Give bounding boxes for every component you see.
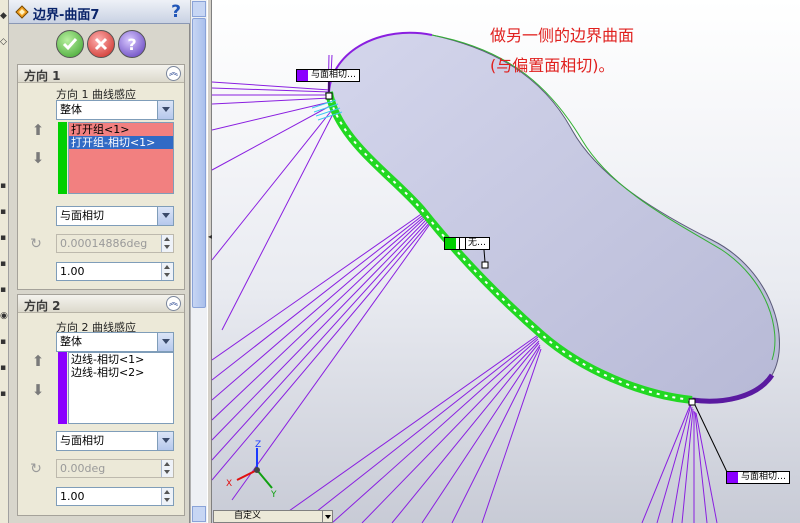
direction2-tangent-influence[interactable]: 1.00 <box>56 487 174 506</box>
property-manager-titlebar: 边界-曲面7 ? <box>9 0 190 24</box>
collapse-icon[interactable]: ︽ <box>166 296 181 311</box>
spinner-icon[interactable] <box>161 488 173 505</box>
connector-tag-bottom[interactable]: 与面相切… <box>726 471 791 484</box>
annotation-line1: 做另一侧的边界曲面 <box>490 26 635 45</box>
direction2-influence-value: 整体 <box>60 335 82 348</box>
direction2-title: 方向 2 <box>24 299 61 313</box>
list-item[interactable]: 打开组-相切<1> <box>69 136 173 149</box>
toolbar-icon[interactable]: ▪ <box>0 362 9 374</box>
triad-y-label: Y <box>270 490 277 500</box>
direction1-influence-value: 整体 <box>60 103 82 116</box>
connector-tag-middle-label: 无… <box>468 238 487 248</box>
chevron-down-icon[interactable] <box>157 432 173 450</box>
direction1-influence-select[interactable]: 整体 <box>56 100 174 120</box>
collapse-icon[interactable]: ︽ <box>166 66 181 81</box>
left-toolbar: ◆ ◇ ▪ ▪ ▪ ▪ ▪ ◉ ▪ ▪ ▪ <box>0 0 9 523</box>
tag-color-swatch <box>727 472 738 483</box>
toolbar-icon[interactable]: ▪ <box>0 336 9 348</box>
cancel-button[interactable] <box>87 30 115 58</box>
toolbar-icon[interactable]: ▪ <box>0 206 9 218</box>
list-item[interactable]: 打开组<1> <box>69 123 173 136</box>
scroll-down-icon[interactable] <box>192 506 206 522</box>
direction1-header[interactable]: 方向 1 ︽ <box>18 65 184 83</box>
direction2-tangency-select[interactable]: 与面相切 <box>56 431 174 451</box>
direction2-influence-select[interactable]: 整体 <box>56 332 174 352</box>
toolbar-icon[interactable]: ▪ <box>0 180 9 192</box>
triad-x-label: X <box>226 479 232 489</box>
connector-tag-bottom-label: 与面相切… <box>741 472 787 482</box>
tag-color-swatch <box>297 70 308 81</box>
chevron-down-icon[interactable] <box>157 101 173 119</box>
spinner-icon[interactable] <box>161 263 173 280</box>
direction1-color-swatch <box>58 122 67 194</box>
move-down-icon[interactable]: ⬇ <box>30 381 46 399</box>
list-item[interactable]: 边线-相切<2> <box>69 366 173 379</box>
direction1-tangent-influence[interactable]: 1.00 <box>56 262 174 281</box>
annotation-line2: (与偏置面相切)。 <box>490 56 615 75</box>
ok-button[interactable] <box>56 30 84 58</box>
reverse-direction-icon: ↻ <box>30 461 42 477</box>
move-down-icon[interactable]: ⬇ <box>30 149 46 167</box>
help-button[interactable]: ? <box>118 30 146 58</box>
connector-tag-top[interactable]: 与面相切… <box>296 69 361 82</box>
tag-leader <box>694 404 728 473</box>
direction1-tangency-select[interactable]: 与面相切 <box>56 206 174 226</box>
toolbar-icon[interactable]: ◉ <box>0 310 9 322</box>
view-orientation-select[interactable]: 自定义 <box>213 510 333 523</box>
direction2-tangent-influence-value: 1.00 <box>60 490 85 503</box>
scroll-up-icon[interactable] <box>192 1 206 17</box>
property-manager: 边界-曲面7 ? ? 方向 1 ︽ 方向 1 曲线感应 整体 ⬆ ⬇ 打开组<1… <box>9 0 190 523</box>
direction2-draft-angle[interactable]: 0.00deg <box>56 459 174 478</box>
direction2-group: 方向 2 ︽ 方向 2 曲线感应 整体 ⬆ ⬇ 边线-相切<1> 边线-相切<2… <box>17 294 185 516</box>
chevron-down-icon[interactable] <box>322 511 332 522</box>
question-icon: ? <box>127 34 137 54</box>
help-icon[interactable]: ? <box>166 2 186 22</box>
direction1-curve-list[interactable]: 打开组<1> 打开组-相切<1> <box>68 122 174 194</box>
control-point[interactable] <box>325 92 333 100</box>
direction2-tangency-value: 与面相切 <box>60 434 104 447</box>
connector-tag-middle[interactable]: 无… <box>444 237 491 250</box>
graphics-area[interactable]: Z X Y 做另一侧的边界曲面 (与偏置面相切)。 与面相切… 无… 与面相切… <box>212 0 800 523</box>
direction1-title: 方向 1 <box>24 69 61 83</box>
toolbar-icon[interactable]: ◇ <box>0 36 9 48</box>
checkmark-icon <box>62 38 78 51</box>
view-orientation-value: 自定义 <box>234 511 262 521</box>
triad-z-label: Z <box>255 440 261 450</box>
toolbar-icon[interactable]: ▪ <box>0 258 9 270</box>
reverse-direction-icon: ↻ <box>30 236 42 252</box>
boundary-surface-icon <box>15 5 29 19</box>
chevron-down-icon[interactable] <box>157 207 173 225</box>
feature-title: 边界-曲面7 <box>33 8 100 23</box>
toolbar-icon[interactable]: ▪ <box>0 284 9 296</box>
direction2-header[interactable]: 方向 2 ︽ <box>18 295 184 313</box>
direction1-group: 方向 1 ︽ 方向 1 曲线感应 整体 ⬆ ⬇ 打开组<1> 打开组-相切<1>… <box>17 64 185 290</box>
direction1-draft-angle[interactable]: 0.00014886deg <box>56 234 174 253</box>
chevron-down-icon[interactable] <box>157 333 173 351</box>
direction2-curve-list[interactable]: 边线-相切<1> 边线-相切<2> <box>68 352 174 424</box>
direction2-color-swatch <box>58 352 67 424</box>
connector-tag-top-label: 与面相切… <box>311 70 357 80</box>
direction1-tangent-influence-value: 1.00 <box>60 265 85 278</box>
move-up-icon[interactable]: ⬆ <box>30 352 46 370</box>
direction2-draft-angle-value: 0.00deg <box>60 462 106 475</box>
spinner-icon[interactable] <box>161 235 173 252</box>
toolbar-icon[interactable]: ▪ <box>0 232 9 244</box>
tag-handle-icon <box>459 238 466 249</box>
toolbar-icon[interactable]: ◆ <box>0 10 9 22</box>
control-point[interactable] <box>688 398 696 406</box>
toolbar-icon[interactable]: ▪ <box>0 388 9 400</box>
tag-color-swatch <box>445 238 456 249</box>
control-point[interactable] <box>481 261 489 269</box>
spinner-icon[interactable] <box>161 460 173 477</box>
scroll-thumb[interactable] <box>192 18 206 308</box>
panel-scrollbar[interactable] <box>190 0 207 523</box>
direction1-draft-angle-value: 0.00014886deg <box>60 237 148 250</box>
close-icon <box>94 37 108 51</box>
direction1-tangency-value: 与面相切 <box>60 209 104 222</box>
action-buttons: ? <box>9 28 190 60</box>
move-up-icon[interactable]: ⬆ <box>30 121 46 139</box>
list-item[interactable]: 边线-相切<1> <box>69 353 173 366</box>
